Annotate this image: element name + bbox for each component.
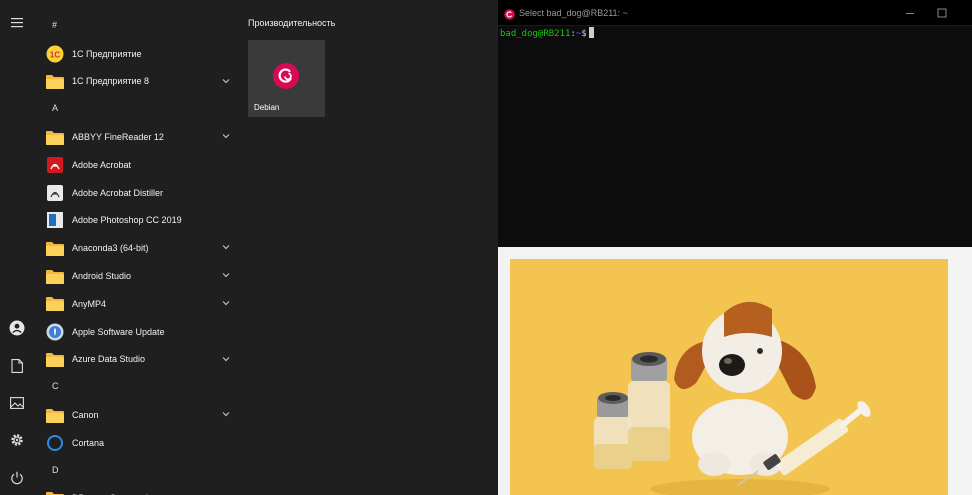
app-label: Adobe Acrobat: [72, 159, 132, 170]
debian-icon: [272, 62, 300, 95]
letter-header[interactable]: #: [34, 12, 240, 40]
app-label: Azure Data Studio: [72, 354, 146, 365]
svg-text:1C: 1C: [50, 50, 60, 59]
app-label: AnyMP4: [72, 298, 107, 309]
app-label: Adobe Photoshop CC 2019: [72, 215, 182, 226]
app-label: Anaconda3 (64-bit): [72, 243, 149, 254]
app-list-item[interactable]: Cortana: [34, 429, 240, 457]
image-viewer: [498, 247, 972, 495]
desktop: #1C 1С Предприятие 1С Предприятие 8 A ABBYY …: [0, 0, 972, 495]
folder-icon: [46, 406, 64, 424]
app-label: Adobe Acrobat Distiller: [72, 187, 164, 198]
user-icon[interactable]: [0, 313, 34, 343]
folder-icon: [46, 489, 64, 495]
app-list-item[interactable]: Apple Software Update: [34, 318, 240, 346]
photoshop-icon: [46, 211, 64, 229]
terminal-output[interactable]: bad_dog@RB211:~$: [498, 26, 972, 247]
chevron-down-icon[interactable]: [222, 355, 230, 363]
terminal-window[interactable]: Select bad_dog@RB211: ~ bad_dog@RB211:~$: [498, 0, 972, 247]
app-list-item[interactable]: 1С Предприятие 8: [34, 68, 240, 96]
maximize-button[interactable]: [935, 6, 949, 20]
chevron-down-icon[interactable]: [222, 271, 230, 279]
acrobat-distiller-icon: [46, 184, 64, 202]
hamburger-icon[interactable]: [0, 8, 34, 38]
app-list-item[interactable]: Adobe Acrobat: [34, 151, 240, 179]
folder-icon: [46, 239, 64, 257]
small-vial: [594, 392, 632, 469]
chevron-down-icon[interactable]: [222, 299, 230, 307]
letter-header[interactable]: D: [34, 457, 240, 485]
app-list-item[interactable]: Android Studio: [34, 262, 240, 290]
debian-tile-label: Debian: [254, 103, 280, 112]
app-list-item[interactable]: Canon: [34, 401, 240, 429]
chevron-down-icon[interactable]: [222, 77, 230, 85]
tall-vial: [628, 352, 670, 461]
app-list-item[interactable]: AnyMP4: [34, 290, 240, 318]
text-cursor: [588, 27, 594, 38]
app-label: 1С Предприятие 8: [72, 76, 149, 87]
adobe-acrobat-icon: [46, 156, 64, 174]
debian-tile[interactable]: Debian: [248, 40, 325, 117]
start-rail: [0, 0, 34, 495]
app-list-item[interactable]: ABBYY FineReader 12: [34, 123, 240, 151]
1c-icon: 1C: [46, 45, 64, 63]
folder-icon: [46, 295, 64, 313]
chevron-down-icon[interactable]: [222, 132, 230, 140]
folder-icon: [46, 350, 64, 368]
folder-icon: [46, 267, 64, 285]
plush-dog-photo: [510, 259, 948, 495]
app-label: Cortana: [72, 437, 105, 448]
prompt-symbol: $: [581, 29, 587, 39]
start-menu: #1C 1С Предприятие 1С Предприятие 8 A ABBYY …: [0, 0, 498, 495]
app-list-item[interactable]: Anaconda3 (64-bit): [34, 234, 240, 262]
app-list-item[interactable]: Azure Data Studio: [34, 346, 240, 374]
app-list: #1C 1С Предприятие 1С Предприятие 8 A ABBYY …: [34, 12, 240, 495]
letter-header[interactable]: A: [34, 95, 240, 123]
chevron-down-icon[interactable]: [222, 243, 230, 251]
power-icon[interactable]: [0, 463, 34, 493]
app-label: Apple Software Update: [72, 326, 165, 337]
app-label: Canon: [72, 410, 99, 421]
apple-update-icon: [46, 323, 64, 341]
app-label: ABBYY FineReader 12: [72, 132, 164, 143]
pictures-icon[interactable]: [0, 388, 34, 418]
prompt-user: bad_dog@RB211: [500, 29, 571, 39]
terminal-title: Select bad_dog@RB211: ~: [519, 8, 628, 18]
folder-icon: [46, 128, 64, 146]
app-list-item[interactable]: DBeaver Community: [34, 485, 240, 495]
minimize-button[interactable]: [903, 6, 917, 20]
folder-icon: [46, 72, 64, 90]
settings-icon[interactable]: [0, 425, 34, 455]
cortana-icon: [46, 434, 64, 452]
app-list-item[interactable]: Adobe Photoshop CC 2019: [34, 207, 240, 235]
documents-icon[interactable]: [0, 351, 34, 381]
letter-header[interactable]: C: [34, 373, 240, 401]
chevron-down-icon[interactable]: [222, 410, 230, 418]
app-label: 1С Предприятие: [72, 48, 142, 59]
app-list-item[interactable]: Adobe Acrobat Distiller: [34, 179, 240, 207]
terminal-titlebar[interactable]: Select bad_dog@RB211: ~: [498, 0, 972, 26]
debian-icon: [504, 7, 515, 25]
app-list-item[interactable]: 1C 1С Предприятие: [34, 40, 240, 68]
tiles-group-title: Производительность: [248, 18, 336, 28]
app-label: Android Studio: [72, 271, 132, 282]
